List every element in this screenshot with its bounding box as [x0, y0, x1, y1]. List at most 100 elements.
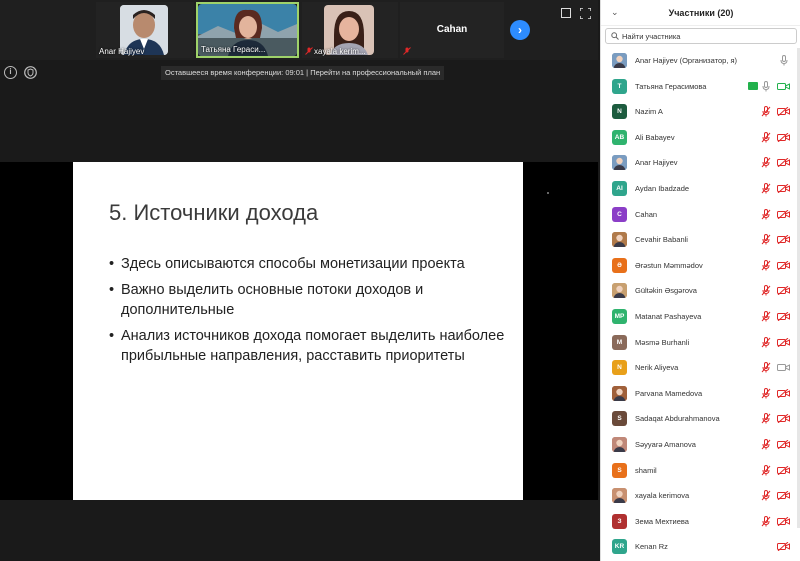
participant-row[interactable]: xayala kerimova — [601, 483, 800, 509]
participant-name: Anar Hajiyev (Организатор, я) — [635, 56, 738, 65]
slide-title: 5. Источники дохода — [109, 200, 319, 225]
search-input[interactable] — [622, 30, 792, 42]
mic-muted-icon — [403, 47, 411, 55]
participant-name: Aydan Ibadzade — [635, 183, 690, 193]
participant-row[interactable]: Cevahir Babanli — [601, 227, 800, 253]
participant-row[interactable]: Parvana Mamedova — [601, 381, 800, 407]
participant-row[interactable]: KR Kenan Rz — [601, 534, 800, 560]
camera-off-icon[interactable] — [777, 414, 790, 424]
mic-muted-icon[interactable] — [761, 515, 771, 527]
camera-off-icon[interactable] — [777, 491, 790, 501]
mic-muted-icon — [305, 47, 313, 55]
participant-row[interactable]: Anar Hajiyev (Организатор, я) — [601, 48, 800, 74]
mic-muted-icon[interactable] — [761, 336, 771, 348]
camera-off-icon[interactable] — [777, 311, 790, 321]
participant-name: Sadaqat Abdurahmanova — [635, 414, 720, 424]
mic-muted-icon[interactable] — [761, 106, 771, 117]
camera-off-icon[interactable] — [777, 465, 790, 475]
avatar: S — [612, 462, 627, 478]
participant-row[interactable]: З Зема Мехтиева — [601, 509, 800, 535]
camera-off-icon[interactable] — [777, 542, 790, 552]
participant-name: Зема Мехтиева — [635, 516, 689, 526]
video-tile-xayala[interactable]: xayala kerim... — [302, 2, 398, 58]
avatar: M — [612, 334, 627, 350]
meeting-area: Anar Hajiyev Татьяна Гераси... xayala ke… — [0, 0, 598, 561]
participant-row[interactable]: Ə Ərəstun Məmmədov — [601, 253, 800, 279]
search-icon — [611, 32, 619, 40]
mic-muted-icon[interactable] — [761, 464, 771, 476]
participant-name: Cahan — [635, 209, 658, 219]
participants-panel: ⌄ Участники (20) Anar Hajiyev (Организат… — [600, 0, 800, 561]
slide-bullet-list: Здесь описываются способы монетизации пр… — [109, 254, 509, 372]
mic-muted-icon[interactable] — [761, 438, 771, 450]
camera-off-icon[interactable] — [777, 286, 790, 296]
view-layout-icon[interactable] — [561, 8, 571, 18]
participant-row[interactable]: MP Matanat Pashayeva — [601, 304, 800, 330]
camera-off-icon[interactable] — [777, 439, 790, 449]
fullscreen-icon[interactable] — [580, 8, 591, 19]
camera-off-icon[interactable] — [777, 260, 790, 270]
mic-muted-icon[interactable] — [761, 157, 771, 168]
mic-muted-icon[interactable] — [761, 285, 771, 296]
avatar: Ə — [612, 257, 627, 273]
participant-name: Nerik Aliyeva — [635, 363, 679, 373]
participant-name: Kenan Rz — [635, 542, 668, 552]
participant-row[interactable]: T Татьяна Герасимова — [601, 74, 800, 100]
avatar: З — [612, 513, 627, 529]
mic-muted-icon[interactable] — [761, 234, 771, 245]
camera-off-icon[interactable] — [777, 158, 790, 168]
participant-row[interactable]: N Nazim A — [601, 99, 800, 125]
participant-name: Məsmə Burhanli — [635, 337, 690, 347]
video-tile-tatiana-active-speaker[interactable]: Татьяна Гераси... — [196, 2, 299, 58]
meeting-info-icon[interactable]: i — [4, 66, 17, 79]
participant-row[interactable]: Səyyarə Amanova — [601, 432, 800, 458]
mic-muted-icon[interactable] — [761, 362, 771, 373]
video-tile-cahan[interactable]: Cahan — [400, 2, 504, 58]
slide-bullet: Здесь описываются способы монетизации пр… — [109, 254, 509, 274]
avatar: AB — [612, 129, 627, 145]
participant-search[interactable] — [605, 28, 797, 44]
participant-row[interactable]: Gültəkin Əsgərova — [601, 278, 800, 304]
camera-icon[interactable] — [777, 363, 790, 372]
participant-row[interactable]: N Nerik Aliyeva — [601, 355, 800, 381]
participant-name: Татьяна Герасимова — [635, 81, 707, 91]
screen-share-area: 5. Источники дохода Здесь описываются сп… — [0, 162, 598, 500]
camera-off-icon[interactable] — [777, 209, 790, 219]
mic-muted-icon[interactable] — [761, 131, 771, 143]
avatar-photo — [612, 385, 627, 401]
camera-icon[interactable] — [777, 82, 790, 91]
avatar: AI — [612, 180, 627, 196]
security-shield-icon[interactable] — [24, 66, 37, 79]
mic-muted-icon[interactable] — [761, 259, 771, 271]
participant-row[interactable]: Anar Hajiyev — [601, 150, 800, 176]
participant-name: Ərəstun Məmmədov — [635, 260, 703, 270]
camera-off-icon[interactable] — [777, 516, 790, 526]
camera-off-icon[interactable] — [777, 132, 790, 142]
participant-row[interactable]: AB Ali Babayev — [601, 125, 800, 151]
mic-muted-icon[interactable] — [761, 387, 771, 399]
gallery-next-page-button[interactable]: › — [510, 20, 530, 40]
participant-row[interactable]: M Məsmə Burhanli — [601, 330, 800, 356]
participant-row[interactable]: Sshamil — [601, 458, 800, 484]
video-tile-anar[interactable]: Anar Hajiyev — [96, 2, 194, 58]
camera-off-icon[interactable] — [777, 337, 790, 347]
participant-list: Anar Hajiyev (Организатор, я) T Татьяна Ге… — [601, 48, 800, 560]
participant-row[interactable]: C Cahan — [601, 202, 800, 228]
mic-icon[interactable] — [779, 55, 789, 66]
meeting-time-remaining-banner[interactable]: Оставшееся время конференции: 09:01 | Пе… — [161, 66, 445, 80]
mic-muted-icon[interactable] — [761, 413, 771, 424]
mic-muted-icon[interactable] — [761, 490, 771, 501]
participant-row[interactable]: AI Aydan Ibadzade — [601, 176, 800, 202]
avatar: N — [612, 360, 627, 376]
mic-muted-icon[interactable] — [761, 208, 771, 220]
mic-muted-icon[interactable] — [761, 182, 771, 194]
mic-icon[interactable] — [761, 80, 771, 92]
camera-off-icon[interactable] — [777, 107, 790, 117]
camera-off-icon[interactable] — [777, 235, 790, 245]
camera-off-icon[interactable] — [777, 183, 790, 193]
camera-off-icon[interactable] — [777, 388, 790, 398]
tile-name-label: Татьяна Гераси... — [201, 45, 266, 54]
mic-muted-icon[interactable] — [761, 310, 771, 322]
participant-row[interactable]: S Sadaqat Abdurahmanova — [601, 406, 800, 432]
avatar: N — [612, 104, 627, 120]
